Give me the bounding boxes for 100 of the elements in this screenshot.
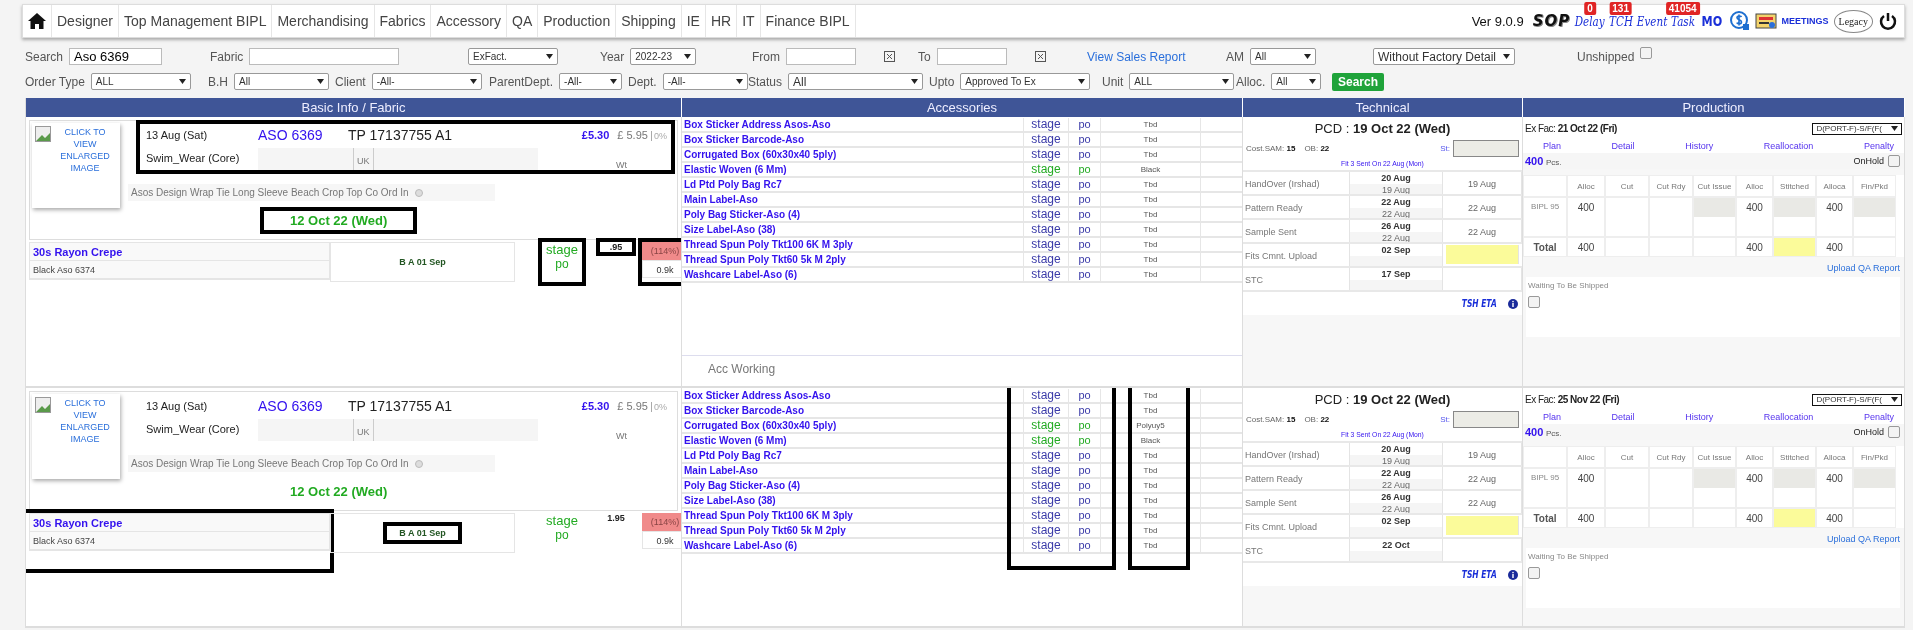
dropdown-select[interactable]: ALL — [90, 73, 191, 90]
po-link[interactable]: po — [1069, 268, 1101, 283]
nav-menu-item[interactable]: IT — [737, 5, 761, 37]
text-field[interactable] — [249, 48, 400, 65]
accessory-name[interactable]: Elastic Woven (6 Mm) — [682, 163, 1024, 178]
dropdown-select[interactable]: All — [1250, 48, 1316, 65]
production-link[interactable]: Detail — [1611, 412, 1635, 422]
po-link[interactable]: po — [1069, 238, 1101, 253]
nav-menu-item[interactable]: Top Management BIPL — [119, 5, 273, 37]
text-field[interactable]: Aso 6369 — [69, 48, 163, 65]
accessory-name[interactable]: Poly Bag Sticker-Aso (4) — [682, 208, 1024, 223]
po-link[interactable]: po — [1069, 253, 1101, 268]
fit-status-link[interactable]: Fit 3 Sent On 22 Aug (Mon) — [1263, 429, 1502, 441]
production-link[interactable]: Reallocation — [1763, 412, 1814, 422]
date-field[interactable] — [936, 48, 1007, 65]
accessory-name[interactable]: Box Sticker Barcode-Aso — [682, 133, 1024, 148]
pending-field[interactable] — [1774, 509, 1815, 527]
po-link[interactable]: po — [1069, 539, 1101, 554]
production-link[interactable]: Detail — [1611, 141, 1635, 151]
accessory-name[interactable]: Box Sticker Address Asos-Aso — [682, 389, 1024, 404]
dropdown-select[interactable]: All — [1271, 73, 1322, 90]
toolbar-link[interactable]: MEETINGS — [1781, 16, 1829, 26]
production-link[interactable]: Plan — [1543, 412, 1561, 422]
accessory-name[interactable]: Washcare Label-Aso (6) — [682, 268, 1024, 283]
toolbar-link[interactable]: Event — [1636, 13, 1667, 29]
po-link[interactable]: po — [1069, 524, 1101, 539]
stage-link[interactable]: stage — [1024, 449, 1069, 464]
nav-menu-item[interactable]: Merchandising — [272, 5, 375, 37]
accessory-name[interactable]: Box Sticker Address Asos-Aso — [682, 118, 1024, 133]
dropdown-select[interactable]: Without Factory Detail — [1373, 48, 1515, 65]
view-sales-report-link[interactable]: View Sales Report — [1087, 49, 1186, 64]
accessory-name[interactable]: Main Label-Aso — [682, 193, 1024, 208]
stage-link[interactable]: stage — [1024, 223, 1069, 238]
route-select[interactable]: D(PORT-F)-S/F(F( — [1812, 122, 1902, 135]
pending-date-field[interactable] — [1446, 245, 1519, 264]
po-link[interactable]: po — [1069, 193, 1101, 208]
route-select[interactable]: D(PORT-F)-S/F(F( — [1812, 393, 1902, 406]
accessory-name[interactable]: Corrugated Box (60x30x40 5ply) — [682, 148, 1024, 163]
accessory-name[interactable]: Thread Spun Poly Tkt60 5k M 2ply — [682, 253, 1024, 268]
stage-link[interactable]: stage — [1024, 133, 1069, 148]
stage-link[interactable]: stage — [1024, 148, 1069, 163]
clear-icon[interactable] — [1034, 51, 1046, 62]
po-link[interactable]: po — [1069, 208, 1101, 223]
st-field[interactable] — [1453, 410, 1519, 428]
accessory-name[interactable]: Main Label-Aso — [682, 464, 1024, 479]
nav-menu-item[interactable]: Production — [538, 5, 617, 37]
dropdown-select[interactable]: All — [788, 73, 924, 90]
stage-link[interactable]: stage — [1024, 268, 1069, 283]
po-link[interactable]: po — [1069, 118, 1101, 133]
accessory-name[interactable]: Thread Spun Poly Tkt60 5k M 2ply — [682, 524, 1024, 539]
nav-menu-item[interactable]: Designer — [52, 5, 120, 37]
accessory-name[interactable]: Thread Spun Poly Tkt100 6K M 3ply — [682, 238, 1024, 253]
locked-field[interactable] — [1854, 469, 1895, 488]
stage-link[interactable]: stage — [1024, 464, 1069, 479]
accessory-name[interactable]: Thread Spun Poly Tkt100 6K M 3ply — [682, 509, 1024, 524]
po-link[interactable]: po — [1069, 148, 1101, 163]
locked-field[interactable] — [1694, 198, 1735, 217]
toolbar-link[interactable]: MO — [1701, 13, 1722, 29]
radio-icon[interactable] — [414, 459, 423, 468]
info-icon[interactable] — [1508, 298, 1518, 309]
stage-link[interactable]: stage — [1024, 193, 1069, 208]
pending-field[interactable] — [1774, 238, 1815, 256]
po-link[interactable]: po — [1069, 223, 1101, 238]
accessory-name[interactable]: Poly Bag Sticker-Aso (4) — [682, 479, 1024, 494]
po-link[interactable]: po — [1069, 133, 1101, 148]
production-link[interactable]: Plan — [1543, 141, 1561, 151]
locked-field[interactable] — [1774, 198, 1815, 217]
stage-link[interactable]: stage — [1024, 479, 1069, 494]
pending-date-field[interactable] — [1446, 516, 1519, 535]
upload-qa-report-link[interactable]: Upload QA Report — [1822, 257, 1904, 277]
stage-link[interactable]: stage — [1024, 238, 1069, 253]
toolbar-link[interactable]: Delay — [1575, 13, 1605, 29]
po-link[interactable]: po — [1069, 464, 1101, 479]
dropdown-select[interactable]: All — [234, 73, 329, 90]
stage-link[interactable]: stage — [1024, 494, 1069, 509]
nav-menu-item[interactable]: HR — [705, 5, 738, 37]
locked-field[interactable] — [1854, 198, 1895, 217]
po-link[interactable]: po — [1069, 479, 1101, 494]
toolbar-link[interactable]: SOP — [1532, 12, 1571, 30]
tsh-eta-link[interactable]: TSH ETA — [1461, 569, 1497, 580]
po-link[interactable]: po — [1069, 509, 1101, 524]
nav-menu-item[interactable]: QA — [507, 5, 539, 37]
dropdown-select[interactable]: -All- — [559, 73, 623, 90]
info-icon[interactable] — [1508, 569, 1518, 580]
dropdown-select[interactable]: ALL — [1129, 73, 1235, 90]
onhold-checkbox[interactable] — [1888, 426, 1900, 438]
po-link[interactable]: po — [1069, 494, 1101, 509]
production-link[interactable]: History — [1685, 141, 1714, 151]
locked-field[interactable] — [1694, 469, 1735, 488]
radio-icon[interactable] — [414, 188, 423, 197]
accessory-name[interactable]: Corrugated Box (60x30x40 5ply) — [682, 419, 1024, 434]
production-link[interactable]: Reallocation — [1763, 141, 1814, 151]
date-field[interactable] — [786, 48, 856, 65]
certificate-icon[interactable] — [1754, 12, 1777, 30]
accessory-name[interactable]: Elastic Woven (6 Mm) — [682, 434, 1024, 449]
accessory-name[interactable]: Ld Ptd Poly Bag Rc7 — [682, 178, 1024, 193]
dropdown-select[interactable]: ExFact. — [468, 48, 558, 65]
stage-link[interactable]: stage — [1024, 389, 1069, 404]
production-link[interactable]: Penalty — [1863, 412, 1894, 422]
onhold-checkbox[interactable] — [1888, 155, 1900, 167]
